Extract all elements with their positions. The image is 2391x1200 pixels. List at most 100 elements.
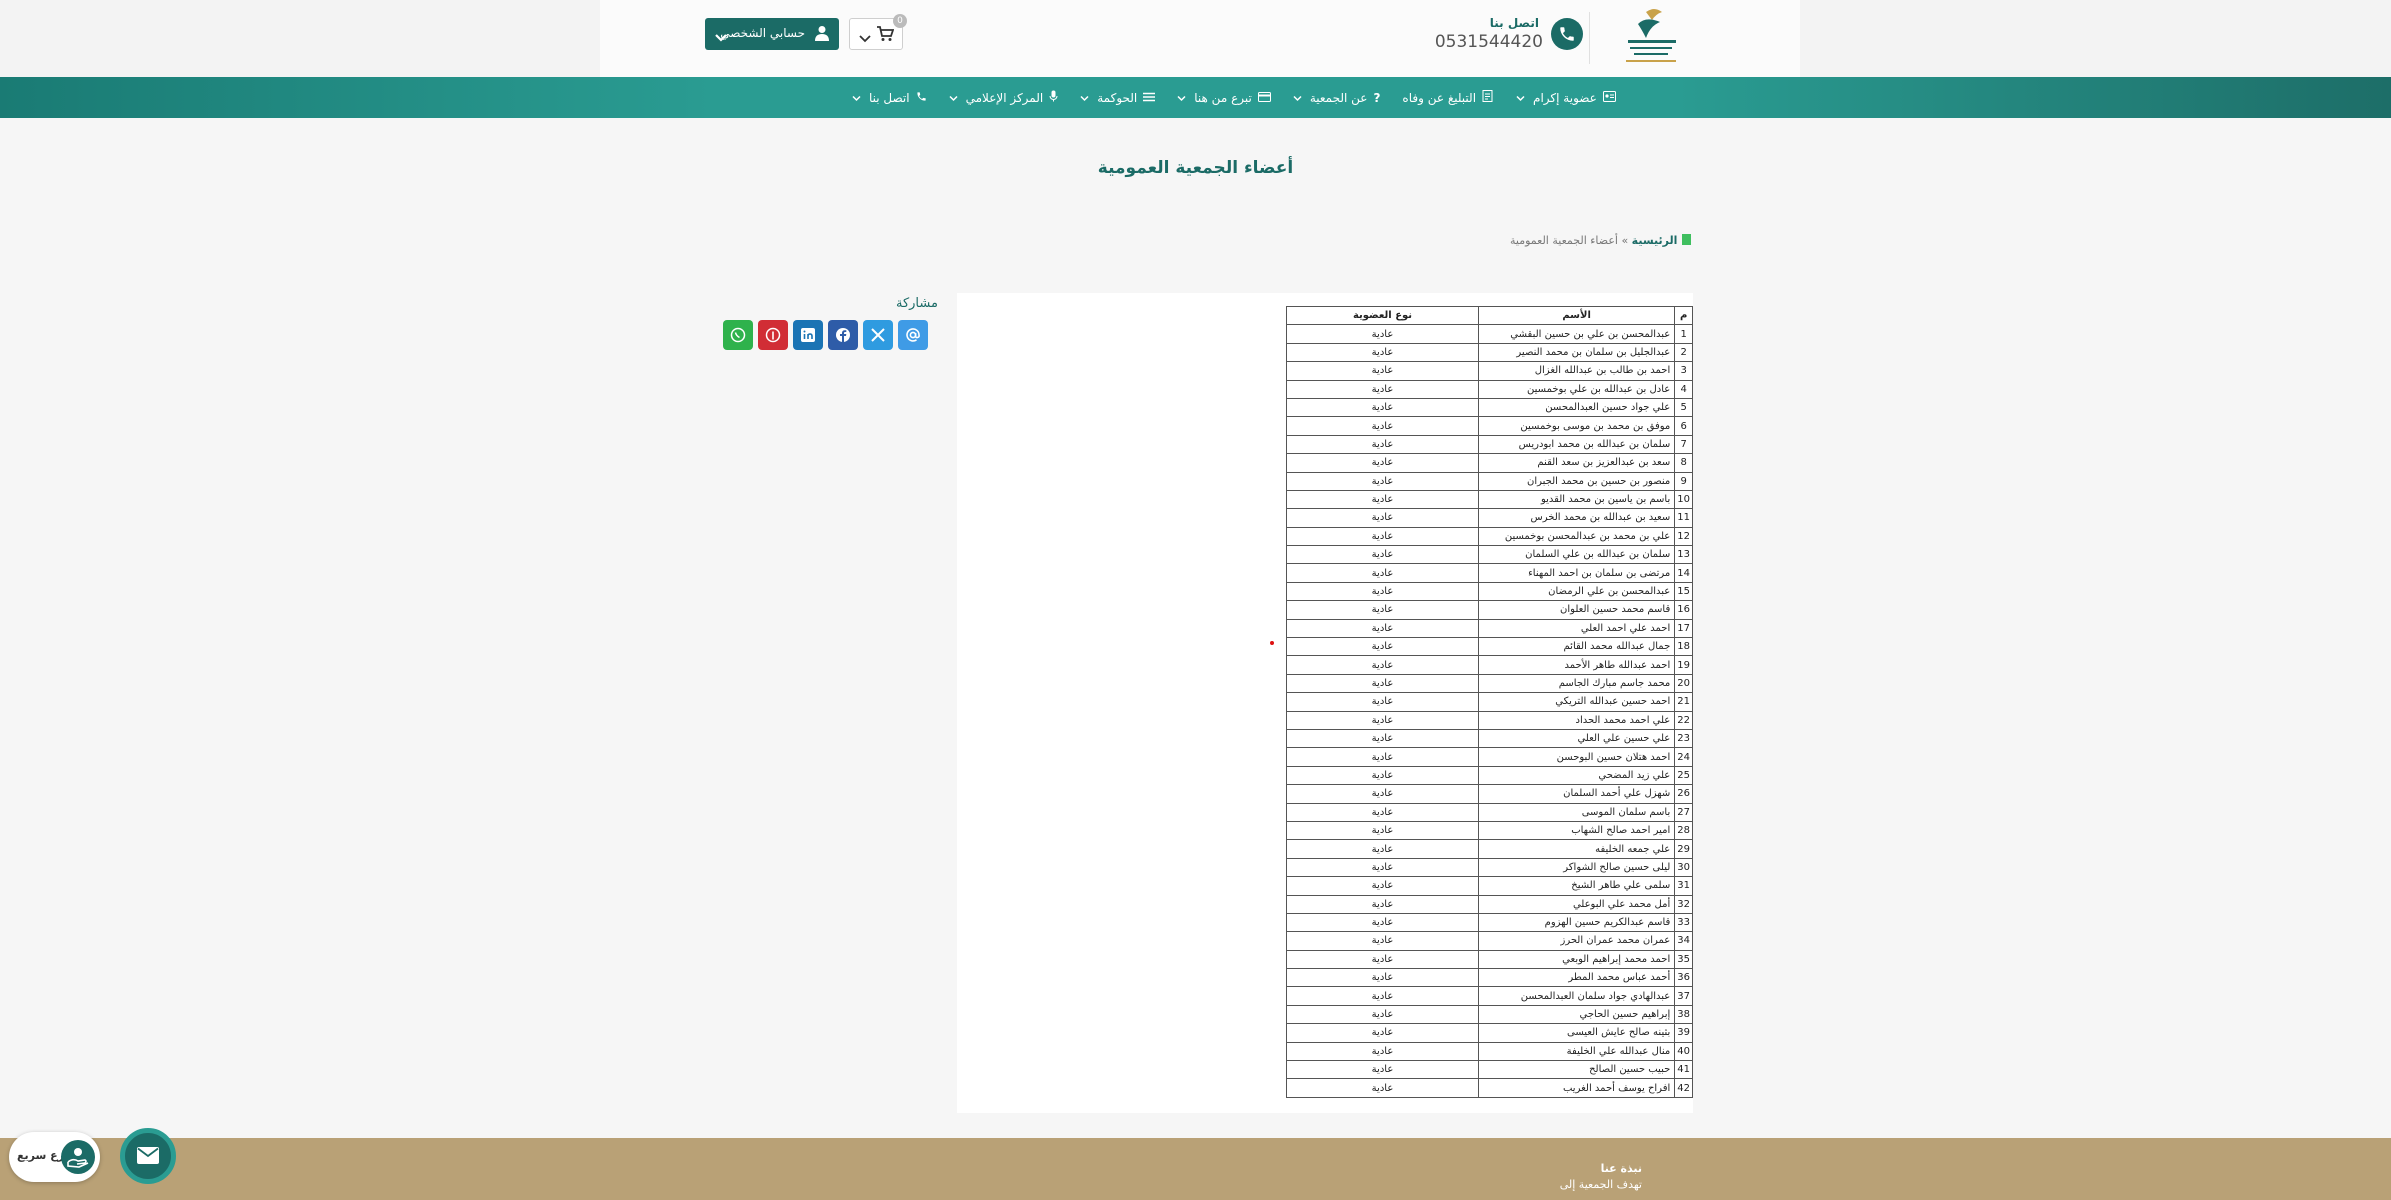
message-button[interactable] — [120, 1128, 176, 1184]
nav-item-donate[interactable]: تبرع من هنا — [1177, 91, 1271, 105]
member-name: باسم سلمان الموسى — [1477, 802, 1676, 822]
chevron-down-icon — [852, 91, 861, 105]
table-row: 17 احمد علي احمد العلي عادية — [1286, 618, 1693, 639]
footer-about-text: تهدف الجمعية إلى — [1559, 1178, 1642, 1191]
member-type: عادية — [1286, 655, 1479, 675]
member-type: عادية — [1286, 600, 1479, 620]
table-row: 1 عبدالمحسن بن علي بن حسين البقشي عادية — [1286, 324, 1693, 344]
member-name: علي حسين علي العلي — [1477, 728, 1676, 749]
table-row: 25 علي زيد المضحي عادية — [1286, 765, 1693, 786]
member-number: 22 — [1674, 710, 1693, 730]
table-row: 26 شهزل علي أحمد السلمان عادية — [1286, 784, 1693, 804]
member-number: 20 — [1674, 673, 1693, 694]
member-number: 11 — [1674, 508, 1693, 528]
member-type: عادية — [1286, 453, 1479, 473]
member-name: سعد بن عبدالعزيز بن سعد القنم — [1477, 453, 1676, 473]
nav-list: عضوية إكرام التبليغ عن وفاه ? عن الجمعية… — [830, 77, 1616, 118]
member-type: عادية — [1286, 839, 1479, 859]
member-number: 16 — [1674, 600, 1693, 620]
table-row: 27 باسم سلمان الموسى عادية — [1286, 802, 1693, 822]
member-number: 39 — [1674, 1023, 1693, 1043]
member-name: منال عبدالله علي الخليفة — [1477, 1041, 1676, 1062]
chevron-down-icon — [1293, 91, 1302, 105]
cart-count-badge: 0 — [893, 14, 907, 28]
member-number: 1 — [1674, 324, 1693, 344]
member-type: عادية — [1286, 618, 1479, 639]
chevron-down-icon — [1516, 91, 1525, 105]
table-row: 8 سعد بن عبدالعزيز بن سعد القنم عادية — [1286, 453, 1693, 473]
member-name: جمال عبدالله محمد القائم — [1477, 637, 1676, 657]
nav-item-contact[interactable]: اتصل بنا — [852, 91, 927, 105]
member-type: عادية — [1286, 765, 1479, 786]
table-row: 15 عبدالمحسن بن علي الرمضان عادية — [1286, 581, 1693, 602]
member-name: علي جواد حسين العبدالمحسن — [1477, 397, 1676, 418]
member-number: 40 — [1674, 1041, 1693, 1062]
member-type: عادية — [1286, 857, 1479, 878]
linkedin-share-button[interactable] — [793, 320, 823, 350]
member-type: عادية — [1286, 379, 1479, 399]
table-row: 41 حبيب حسين الصالح عادية — [1286, 1060, 1693, 1080]
table-row: 20 محمد جاسم مبارك الجاسم عادية — [1286, 673, 1693, 694]
member-name: عبدالمحسن بن علي الرمضان — [1477, 581, 1676, 602]
member-number: 14 — [1674, 563, 1693, 583]
facebook-share-button[interactable] — [828, 320, 858, 350]
member-name: منصور بن حسين بن محمد الجبران — [1477, 471, 1676, 491]
member-type: عادية — [1286, 876, 1479, 896]
nav-item-media-center[interactable]: المركز الإعلامي — [949, 90, 1059, 105]
member-number: 6 — [1674, 416, 1693, 436]
member-name: افراح يوسف أحمد الغريب — [1477, 1078, 1676, 1098]
member-type: عادية — [1286, 508, 1479, 528]
site-logo[interactable] — [1616, 4, 1686, 70]
member-name: أمل محمد علي البوعلي — [1477, 894, 1676, 914]
member-type: عادية — [1286, 637, 1479, 657]
member-type: عادية — [1286, 986, 1479, 1006]
member-name: شهزل علي أحمد السلمان — [1477, 784, 1676, 804]
member-type: عادية — [1286, 489, 1479, 510]
microphone-icon — [1049, 90, 1058, 105]
member-name: أحمد عباس محمد المطر — [1477, 968, 1676, 988]
member-type: عادية — [1286, 416, 1479, 436]
envelope-icon — [137, 1147, 159, 1164]
nav-item-death-report[interactable]: التبليغ عن وفاه — [1402, 90, 1494, 105]
member-name: سلمان بن عبدالله بن علي السلمان — [1477, 545, 1676, 565]
nav-label: الحوكمة — [1097, 90, 1138, 105]
member-number: 3 — [1674, 361, 1693, 381]
member-type: عادية — [1286, 949, 1479, 970]
my-account-button[interactable]: حسابي الشخصي — [705, 18, 839, 50]
whatsapp-share-button[interactable] — [723, 320, 753, 350]
breadcrumb-home-link[interactable]: الرئيسية — [1632, 234, 1678, 247]
table-row: 9 منصور بن حسين بن محمد الجبران عادية — [1286, 471, 1693, 491]
at-sign-icon — [906, 328, 920, 342]
x-share-button[interactable] — [863, 320, 893, 350]
member-name: احمد محمد إبراهيم الوبعي — [1477, 949, 1676, 970]
table-row: 37 عبدالهادي جواد سلمان العبدالمحسن عادية — [1286, 986, 1693, 1006]
nav-label: المركز الإعلامي — [965, 90, 1044, 105]
pinterest-share-button[interactable] — [758, 320, 788, 350]
member-type: عادية — [1286, 968, 1479, 988]
member-number: 23 — [1674, 728, 1693, 749]
member-number: 9 — [1674, 471, 1693, 491]
nav-item-membership[interactable]: عضوية إكرام — [1516, 90, 1616, 105]
donate-hand-icon — [61, 1140, 95, 1174]
nav-item-governance[interactable]: الحوكمة — [1080, 90, 1156, 105]
member-number: 7 — [1674, 434, 1693, 455]
member-number: 10 — [1674, 489, 1693, 510]
email-share-button[interactable] — [898, 320, 928, 350]
header-contact[interactable]: اتصل بنا 0531544420 — [1435, 12, 1583, 56]
member-type: عادية — [1286, 747, 1479, 767]
member-type: عادية — [1286, 1060, 1479, 1080]
member-name: ليلى حسين صالح الشواكر — [1477, 857, 1676, 878]
nav-label: عن الجمعية — [1309, 90, 1368, 105]
member-name: عبدالجليل بن سلمان بن محمد النصير — [1477, 342, 1676, 363]
member-type: عادية — [1286, 563, 1479, 583]
nav-item-about[interactable]: ? عن الجمعية — [1293, 90, 1380, 105]
member-number: 37 — [1674, 986, 1693, 1006]
member-number: 35 — [1674, 949, 1693, 970]
member-name: علي زيد المضحي — [1477, 765, 1676, 786]
member-number: 31 — [1674, 876, 1693, 896]
member-type: عادية — [1286, 526, 1479, 547]
member-name: عادل بن عبدالله بن علي بوخمسين — [1477, 379, 1676, 399]
contact-phone[interactable]: 0531544420 — [1435, 32, 1543, 52]
quick-donate-button[interactable]: تبرع سريع — [9, 1132, 100, 1182]
red-dot-marker — [1270, 641, 1274, 645]
